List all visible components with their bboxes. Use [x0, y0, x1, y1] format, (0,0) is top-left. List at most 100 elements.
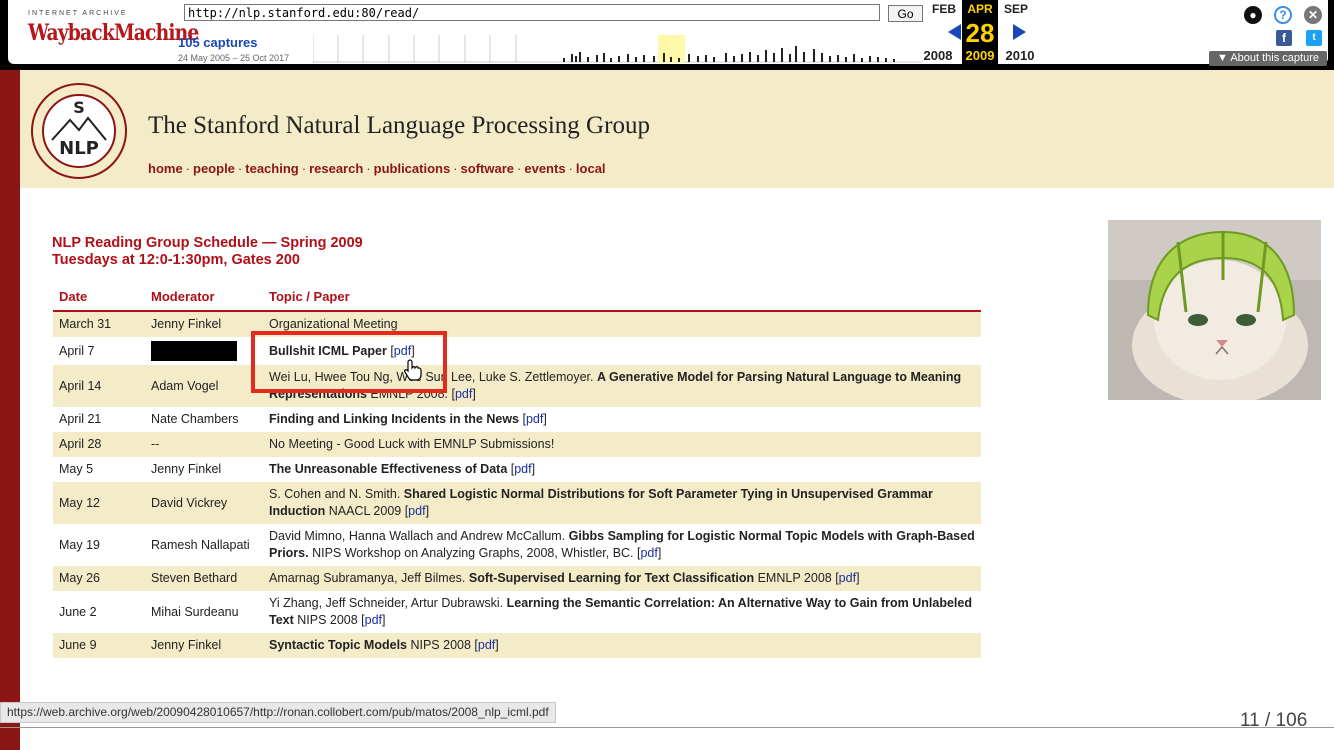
nav-link-6[interactable]: events: [524, 161, 565, 176]
capture-bar: [643, 55, 645, 62]
next-year[interactable]: 2010: [1001, 48, 1039, 63]
current-month: APR: [962, 0, 998, 18]
capture-bar: [813, 49, 815, 62]
row-date: May 5: [59, 462, 94, 476]
pdf-link[interactable]: pdf: [514, 462, 531, 476]
cat-with-lime-helmet-image: [1108, 220, 1321, 400]
row-moderator: Adam Vogel: [145, 365, 263, 407]
table-header-row: Date Moderator Topic / Paper: [53, 284, 981, 312]
prev-year[interactable]: 2008: [919, 48, 957, 63]
help-icon[interactable]: ?: [1274, 6, 1292, 24]
capture-bar: [575, 56, 577, 62]
capture-bar: [596, 55, 598, 62]
current-year: 2009: [962, 48, 998, 64]
topic-bracket: ]: [495, 638, 499, 652]
table-row: April 14 Adam Vogel Wei Lu, Hwee Tou Ng, W…: [53, 365, 981, 407]
row-topic: Finding and Linking Incidents in the New…: [263, 407, 981, 432]
captures-link[interactable]: 105 captures: [178, 35, 258, 50]
topic-venue: EMNLP 2008 [: [754, 571, 839, 585]
logo-letter: S: [73, 98, 85, 117]
capture-bar: [893, 59, 895, 62]
nav-separator: ·: [453, 161, 458, 176]
capture-bar: [697, 56, 699, 62]
pdf-link[interactable]: pdf: [526, 412, 543, 426]
table-row: May 12 David Vickrey S. Cohen and N. Smith…: [53, 482, 981, 524]
table-row: March 31 Jenny Finkel Organizational Meeti…: [53, 311, 981, 337]
pdf-link[interactable]: pdf: [640, 546, 657, 560]
prev-month[interactable]: FEB: [925, 2, 963, 16]
left-color-strip: [0, 0, 20, 750]
topic-bracket: ]: [425, 504, 430, 518]
logo-text: NLP: [59, 138, 99, 159]
topic-title: Syntactic Topic Models: [269, 638, 407, 652]
row-topic: David Mimno, Hanna Wallach and Andrew Mc…: [263, 524, 981, 566]
close-icon[interactable]: ✕: [1304, 6, 1322, 24]
about-capture-button[interactable]: ▼ About this capture: [1209, 51, 1327, 66]
nav-link-7[interactable]: local: [576, 161, 606, 176]
capture-bar: [618, 56, 620, 62]
capture-bar: [705, 55, 707, 62]
prev-capture-arrow-icon[interactable]: [948, 24, 961, 40]
pdf-link[interactable]: pdf: [455, 387, 472, 401]
topic-authors: Amarnag Subramanya, Jeff Bilmes.: [269, 571, 469, 585]
nav-separator: ·: [517, 161, 522, 176]
wayback-url-input[interactable]: http://nlp.stanford.edu:80/read/: [184, 4, 880, 21]
pdf-link[interactable]: pdf: [365, 613, 382, 627]
pdf-link[interactable]: pdf: [478, 638, 495, 652]
capture-bar: [885, 58, 887, 62]
capture-bar: [869, 56, 871, 62]
topic-authors: David Mimno, Hanna Wallach and Andrew Mc…: [269, 529, 569, 543]
capture-bar: [627, 54, 629, 62]
topic-authors: S. Cohen and N. Smith.: [269, 487, 404, 501]
table-row: June 9 Jenny Finkel Syntactic Topic Models…: [53, 633, 981, 658]
nav-link-2[interactable]: teaching: [245, 161, 298, 176]
capture-bar: [821, 53, 823, 62]
nav-link-3[interactable]: research: [309, 161, 363, 176]
row-topic: The Unreasonable Effectiveness of Data […: [263, 457, 981, 482]
user-icon[interactable]: ●: [1244, 6, 1262, 24]
schedule-title: NLP Reading Group Schedule — Spring 2009…: [52, 235, 363, 269]
row-date: March 31: [53, 311, 145, 337]
capture-bar: [733, 56, 735, 62]
topic-authors: Yi Zhang, Jeff Schneider, Artur Dubrawsk…: [269, 596, 507, 610]
capture-sparkline[interactable]: [313, 35, 923, 63]
table-row: April 28 -- No Meeting - Good Luck with EM…: [53, 432, 981, 457]
capture-bar: [610, 58, 612, 62]
row-moderator: Jenny Finkel: [145, 311, 263, 337]
site-title: The Stanford Natural Language Processing…: [148, 112, 650, 139]
capture-bar: [861, 58, 863, 62]
current-day: 28: [962, 18, 998, 48]
stanford-nlp-logo[interactable]: S NLP: [30, 82, 128, 180]
capture-bar: [845, 57, 847, 62]
topic-bracket: ]: [472, 387, 476, 401]
wayback-logo[interactable]: WaybackMachine: [28, 20, 199, 46]
row-topic: Amarnag Subramanya, Jeff Bilmes. Soft-Su…: [263, 566, 981, 591]
pdf-link[interactable]: pdf: [408, 504, 425, 518]
topic-title: Finding and Linking Incidents in the New…: [269, 412, 520, 426]
capture-bar: [765, 50, 767, 62]
capture-bar: [663, 53, 665, 62]
pdf-link[interactable]: pdf: [839, 571, 856, 585]
next-capture-arrow-icon[interactable]: [1013, 24, 1026, 40]
topic-venue: NIPS Workshop on Analyzing Graphs, 2008,…: [308, 546, 641, 560]
next-month[interactable]: SEP: [997, 2, 1035, 16]
redaction-block: [151, 341, 237, 361]
capture-bar: [579, 52, 581, 62]
capture-bar: [789, 54, 791, 62]
facebook-icon[interactable]: f: [1276, 30, 1292, 46]
slide-counter: 11 / 106: [1240, 710, 1308, 731]
status-bar-url: https://web.archive.org/web/200904280106…: [0, 702, 556, 723]
go-button[interactable]: Go: [888, 5, 923, 22]
capture-bar: [603, 53, 605, 62]
row-date: June 2: [59, 604, 97, 619]
nav-link-0[interactable]: home: [148, 161, 183, 176]
capture-bar: [587, 57, 589, 62]
nav-link-4[interactable]: publications: [374, 161, 451, 176]
capture-bar: [829, 56, 831, 62]
capture-bar: [837, 55, 839, 62]
twitter-icon[interactable]: t: [1306, 30, 1322, 46]
nav-link-5[interactable]: software: [461, 161, 514, 176]
capture-bar: [563, 58, 565, 62]
nav-separator: ·: [185, 161, 191, 176]
nav-link-1[interactable]: people: [193, 161, 235, 176]
